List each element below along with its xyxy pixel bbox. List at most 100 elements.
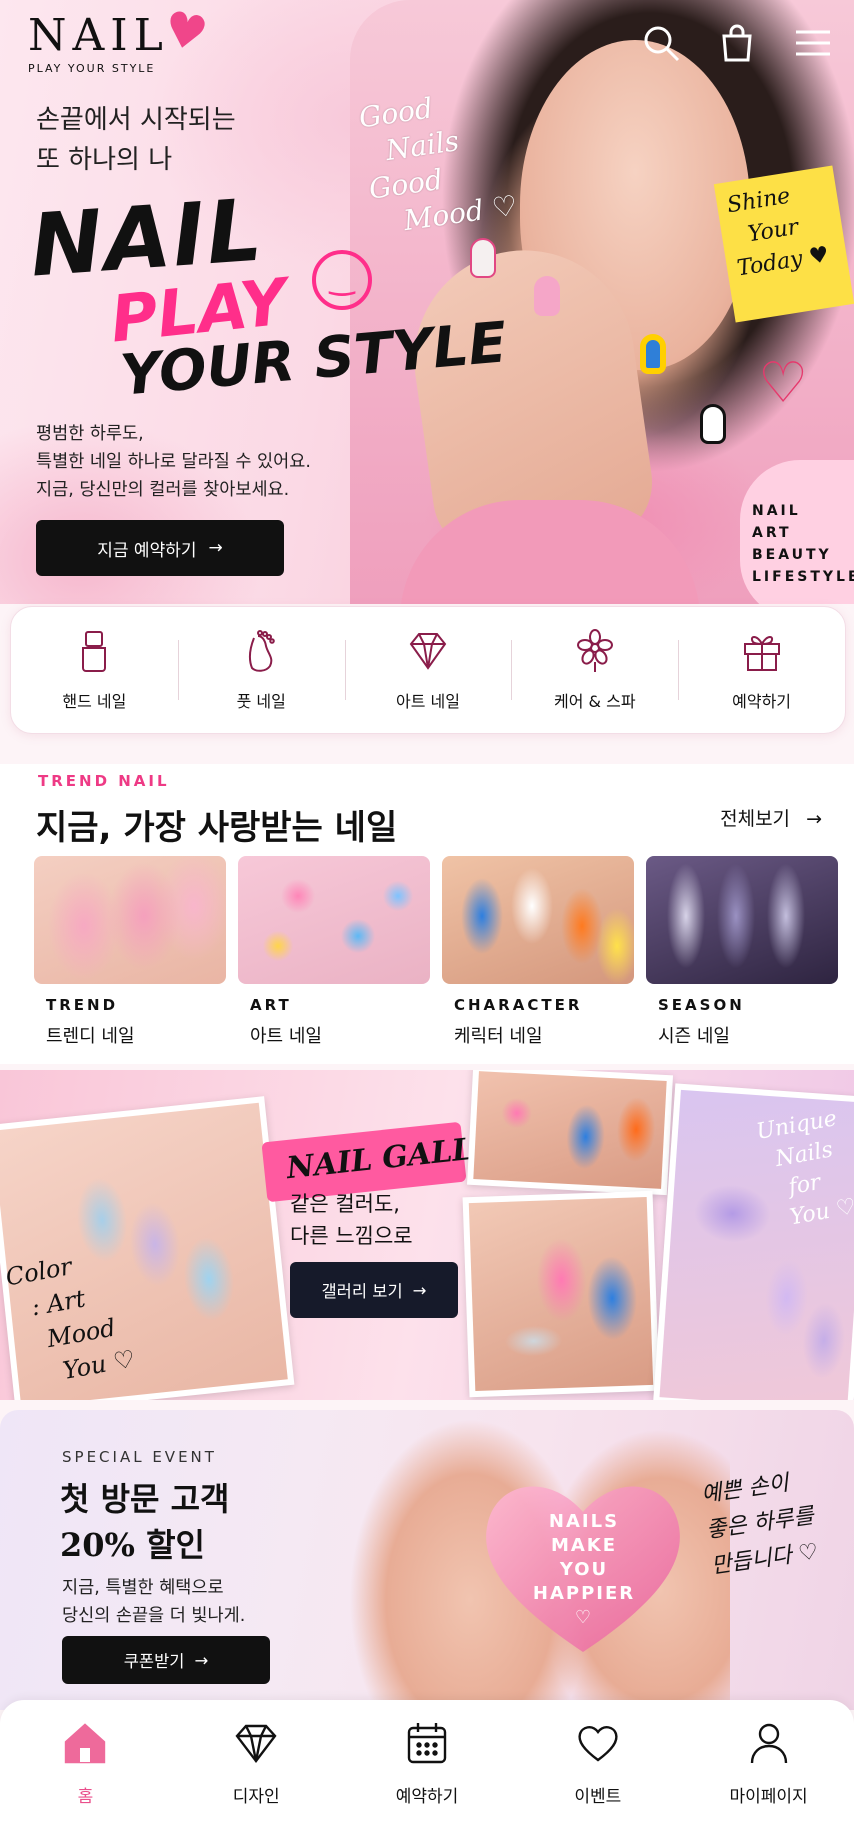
arrow-right-icon: →: [806, 808, 822, 830]
trend-section: TREND NAIL 지금, 가장 사랑받는 네일 전체보기 → TREND 트…: [0, 764, 854, 1064]
view-gallery-button[interactable]: 갤러리 보기 →: [290, 1262, 458, 1318]
heart-text: NAILS MAKE YOU HAPPIER ♡: [520, 1510, 648, 1630]
home-icon: [62, 1720, 108, 1770]
bottom-navigation: 홈 디자인 예약하기 이벤트 마이페이지: [0, 1700, 854, 1842]
heart-text-line: HAPPIER: [532, 1583, 636, 1604]
event-title: 첫 방문 고객 20% 할인: [60, 1476, 229, 1568]
event-desc-line: 당신의 손끝을 더 빛나게.: [62, 1606, 246, 1626]
event-banner: NAILS MAKE YOU HAPPIER ♡ SPECIAL EVENT 첫…: [0, 1410, 854, 1710]
trend-card[interactable]: TREND 트렌디 네일: [34, 856, 226, 1048]
category-foot-nail[interactable]: 풋 네일: [177, 628, 345, 712]
arrow-right-icon: →: [208, 538, 223, 558]
hero-nail: [700, 404, 726, 444]
nav-my-page[interactable]: 마이페이지: [683, 1720, 854, 1807]
gallery-text-line: 같은 컬러도,: [290, 1192, 400, 1216]
event-title-line: 20% 할인: [60, 1526, 205, 1564]
hero-script-good-nails: Good Nails Good Mood ♡: [357, 81, 520, 244]
view-all-link[interactable]: 전체보기 →: [720, 804, 822, 831]
hero-desc-line: 지금, 당신만의 컬러를 찾아보세요.: [36, 480, 290, 500]
gift-icon: [739, 628, 785, 674]
event-title-line: 첫 방문 고객: [60, 1480, 230, 1518]
nav-home[interactable]: 홈: [0, 1720, 171, 1807]
gallery-text-line: 다른 느낌으로: [290, 1224, 413, 1248]
hero-subtitle-line: 또 하나의 나: [36, 145, 173, 175]
hero-subtitle-line: 손끝에서 시작되는: [36, 105, 236, 135]
gallery-photo-image: [473, 1071, 667, 1189]
get-coupon-label: 쿠폰받기: [123, 1652, 185, 1671]
category-label: 케어 & 스파: [554, 692, 636, 711]
trend-card-category: CHARACTER: [454, 996, 583, 1014]
gallery-photo[interactable]: [462, 1190, 660, 1398]
heart-text-line: NAILS: [548, 1511, 620, 1532]
smiley-icon: ‿: [312, 250, 372, 310]
trend-card[interactable]: SEASON 시즌 네일: [646, 856, 838, 1048]
trend-card[interactable]: CHARACTER 케릭터 네일: [442, 856, 634, 1048]
category-care-spa[interactable]: 케어 & 스파: [511, 628, 678, 712]
category-booking[interactable]: 예약하기: [678, 628, 845, 712]
trend-card[interactable]: ART 아트 네일: [238, 856, 430, 1048]
lifestyle-line: NAIL: [752, 503, 801, 519]
get-coupon-button[interactable]: 쿠폰받기 →: [62, 1636, 270, 1684]
trend-card-image: [238, 856, 430, 984]
lifestyle-line: ART: [752, 525, 792, 541]
event-tag: SPECIAL EVENT: [62, 1448, 217, 1466]
search-icon[interactable]: [640, 22, 682, 64]
trend-card-name: 트렌디 네일: [46, 1026, 135, 1047]
trend-card-category: TREND: [46, 996, 119, 1014]
nav-label: 홈: [77, 1787, 94, 1807]
nav-label: 이벤트: [574, 1787, 622, 1807]
category-label: 핸드 네일: [62, 692, 127, 711]
nav-label: 마이페이지: [729, 1787, 808, 1807]
event-desc-line: 지금, 특별한 혜택으로: [62, 1578, 224, 1598]
category-label: 아트 네일: [396, 692, 460, 711]
trend-card-category: SEASON: [658, 996, 745, 1014]
menu-icon[interactable]: [792, 22, 834, 64]
diamond-icon: [233, 1720, 279, 1770]
trend-title: 지금, 가장 사랑받는 네일: [36, 808, 398, 848]
trend-card-name: 아트 네일: [250, 1026, 322, 1047]
user-icon: [746, 1720, 792, 1770]
category-hand-nail[interactable]: 핸드 네일: [11, 628, 178, 712]
hero-subtitle: 손끝에서 시작되는 또 하나의 나: [36, 100, 236, 180]
heart-text-line: ♡: [574, 1607, 594, 1628]
book-now-button[interactable]: 지금 예약하기 →: [36, 520, 284, 576]
category-label: 풋 네일: [236, 692, 286, 711]
gallery-photo[interactable]: [466, 1070, 674, 1196]
calendar-icon: [404, 1720, 450, 1770]
trend-card-list: TREND 트렌디 네일 ART 아트 네일 CHARACTER 케릭터 네일 …: [34, 856, 838, 1048]
gallery-script-left: Color : Art Mood You ♡: [3, 1241, 138, 1395]
category-bar: 핸드 네일 풋 네일 아트 네일 케어 & 스파 예약하기: [10, 606, 846, 734]
nav-label: 예약하기: [395, 1787, 459, 1807]
nav-booking[interactable]: 예약하기: [342, 1720, 513, 1807]
lifestyle-line: BEAUTY: [752, 547, 832, 563]
header-actions: [640, 22, 834, 64]
nav-events[interactable]: 이벤트: [512, 1720, 683, 1807]
hero-desc-line: 특별한 네일 하나로 달라질 수 있어요.: [36, 452, 311, 472]
shopping-bag-icon[interactable]: [716, 22, 758, 64]
brand-heart-icon: ♥: [158, 0, 213, 64]
flower-icon: [572, 628, 618, 674]
nav-design[interactable]: 디자인: [171, 1720, 342, 1807]
brand-logo[interactable]: NAIL PLAY YOUR STYLE: [28, 10, 169, 76]
brand-name: NAIL: [28, 10, 169, 61]
hero-nail: [534, 276, 560, 316]
book-now-label: 지금 예약하기: [97, 540, 197, 561]
diamond-icon: [405, 628, 451, 674]
category-art-nail[interactable]: 아트 네일: [344, 628, 512, 712]
nail-polish-icon: [71, 628, 117, 674]
hero-banner: NAIL PLAY YOUR STYLE ♥ 손끝에서 시작되는 또 하나의 나…: [0, 0, 854, 604]
trend-card-name: 케릭터 네일: [454, 1026, 543, 1047]
foot-icon: [238, 628, 284, 674]
hero-desc-line: 평범한 하루도,: [36, 424, 144, 444]
category-label: 예약하기: [732, 692, 792, 711]
trend-card-image: [646, 856, 838, 984]
heart-text-line: YOU: [559, 1559, 609, 1580]
trend-card-name: 시즌 네일: [658, 1026, 730, 1047]
arrow-right-icon: →: [194, 1650, 209, 1670]
arrow-right-icon: →: [412, 1280, 427, 1300]
gallery-text: 같은 컬러도, 다른 느낌으로: [290, 1188, 413, 1252]
view-all-label: 전체보기: [720, 808, 791, 830]
heart-text-line: MAKE: [550, 1535, 618, 1556]
trend-tag: TREND NAIL: [38, 772, 170, 790]
hero-nail: [640, 334, 666, 374]
